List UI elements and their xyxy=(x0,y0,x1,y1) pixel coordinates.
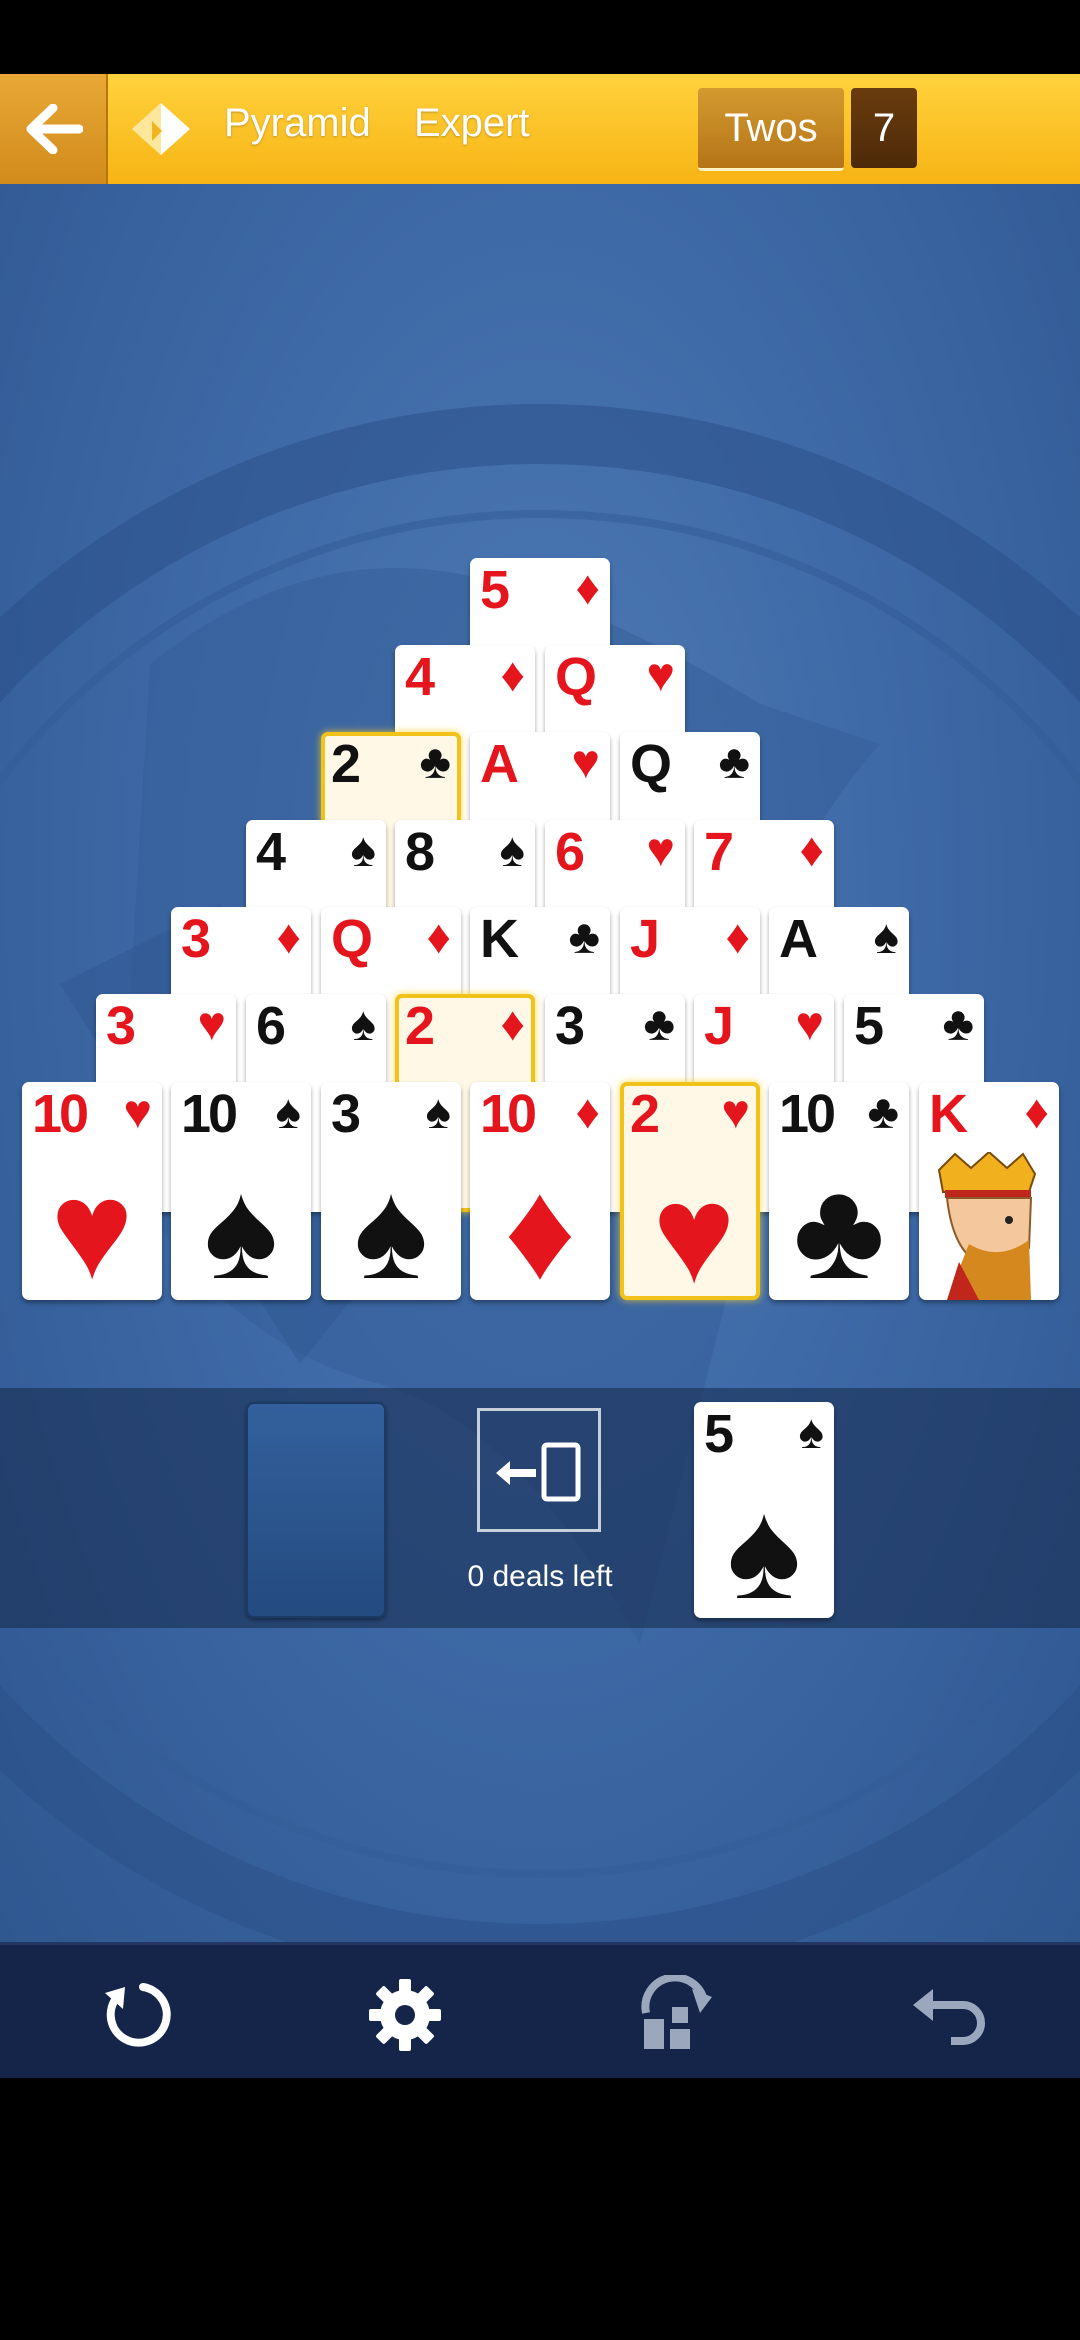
card-rank: 4 xyxy=(405,647,435,707)
card-2-♥[interactable]: 2 ♥ ♥ xyxy=(620,1082,760,1300)
card-K-♦[interactable]: K ♦ xyxy=(919,1082,1059,1300)
card-suit-icon: ♦ xyxy=(500,998,526,1051)
card-suit-icon: ♦ xyxy=(1024,1086,1050,1139)
card-suit-icon: ♠ xyxy=(275,1086,302,1139)
card-rank: Q xyxy=(331,909,373,969)
card-suit-icon: ♠ xyxy=(350,998,377,1051)
card-rank: 6 xyxy=(256,996,286,1056)
card-suit-icon: ♦ xyxy=(276,911,302,964)
stock-pile[interactable] xyxy=(246,1402,386,1618)
restart-button[interactable] xyxy=(92,1975,182,2055)
card-suit-icon: ♣ xyxy=(643,998,676,1051)
card-rank: 5 xyxy=(854,996,884,1056)
card-rank: 2 xyxy=(331,734,361,794)
card-suit-icon: ♦ xyxy=(426,911,452,964)
card-rank: 5 xyxy=(480,560,510,620)
card-suit-icon: ♦ xyxy=(799,824,825,877)
card-suit-icon: ♠ xyxy=(425,1086,452,1139)
hint-button[interactable] xyxy=(632,1975,722,2055)
difficulty-label: Expert xyxy=(414,101,530,145)
card-suit-icon: ♣ xyxy=(867,1086,900,1139)
card-suit-icon: ♥ xyxy=(646,824,676,877)
recycle-stock-button[interactable] xyxy=(477,1408,601,1532)
card-rank: 10 xyxy=(32,1084,89,1144)
card-suit-icon: ♠ xyxy=(499,824,526,877)
card-rank: 7 xyxy=(704,822,734,882)
undo-button[interactable] xyxy=(902,1975,992,2055)
card-rank: 4 xyxy=(256,822,286,882)
card-10-♦[interactable]: 10 ♦ ♦ xyxy=(470,1082,610,1300)
card-rank: J xyxy=(630,909,660,969)
pyramid-game-icon xyxy=(132,103,190,155)
card-center-suit-icon: ♥ xyxy=(652,1155,736,1300)
card-rank: 2 xyxy=(630,1084,660,1144)
card-suit-icon: ♣ xyxy=(942,998,975,1051)
card-suit-icon: ♥ xyxy=(197,998,227,1051)
card-suit-icon: ♣ xyxy=(568,911,601,964)
card-rank: 3 xyxy=(555,996,585,1056)
settings-icon xyxy=(369,1979,441,2051)
card-3-♠[interactable]: 3 ♠ ♠ xyxy=(321,1082,461,1300)
card-suit-icon: ♥ xyxy=(795,998,825,1051)
card-center-suit-icon: ♠ xyxy=(353,1151,429,1300)
card-suit-icon: ♦ xyxy=(500,649,526,702)
card-rank: 5 xyxy=(704,1404,734,1464)
card-rank: 2 xyxy=(405,996,435,1056)
card-10-♥[interactable]: 10 ♥ ♥ xyxy=(22,1082,162,1300)
card-center-suit-icon: ♠ xyxy=(203,1151,279,1300)
card-suit-icon: ♠ xyxy=(798,1406,825,1459)
card-suit-icon: ♠ xyxy=(873,911,900,964)
card-rank: 3 xyxy=(181,909,211,969)
bottom-toolbar xyxy=(0,1942,1080,2081)
card-suit-icon: ♦ xyxy=(575,562,601,615)
card-rank: K xyxy=(480,909,519,969)
card-suit-icon: ♣ xyxy=(419,736,452,789)
card-rank: 10 xyxy=(779,1084,836,1144)
card-10-♠[interactable]: 10 ♠ ♠ xyxy=(171,1082,311,1300)
card-rank: 10 xyxy=(480,1084,537,1144)
card-suit-icon: ♥ xyxy=(571,736,601,789)
card-center-suit-icon: ♠ xyxy=(726,1471,802,1619)
card-rank: 8 xyxy=(405,822,435,882)
card-rank: 10 xyxy=(181,1084,238,1144)
card-rank: K xyxy=(929,1084,968,1144)
count-badge: 7 xyxy=(851,88,917,168)
redeal-icon xyxy=(496,1442,581,1502)
card-suit-icon: ♦ xyxy=(725,911,751,964)
card-center-suit-icon: ♥ xyxy=(50,1151,134,1300)
back-button[interactable] xyxy=(0,74,108,184)
card-center-suit-icon: ♦ xyxy=(504,1151,576,1300)
deals-left-label: 0 deals left xyxy=(467,1560,613,1593)
card-rank: Q xyxy=(630,734,672,794)
settings-button[interactable] xyxy=(360,1975,450,2055)
status-bar xyxy=(0,0,1080,74)
card-rank: 6 xyxy=(555,822,585,882)
card-rank: A xyxy=(480,734,519,794)
mode-badge: Twos xyxy=(698,88,844,171)
card-center-suit-icon: ♣ xyxy=(793,1151,885,1300)
navigation-area xyxy=(0,2078,1080,2340)
card-suit-icon: ♣ xyxy=(718,736,751,789)
card-suit-icon: ♥ xyxy=(721,1086,751,1139)
card-suit-icon: ♥ xyxy=(646,649,676,702)
card-10-♣[interactable]: 10 ♣ ♣ xyxy=(769,1082,909,1300)
header-bar: Pyramid Expert Twos 7 xyxy=(0,74,1080,184)
card-suit-icon: ♠ xyxy=(350,824,377,877)
card-rank: A xyxy=(779,909,818,969)
card-rank: J xyxy=(704,996,734,1056)
restart-icon xyxy=(105,1983,171,2047)
card-suit-icon: ♦ xyxy=(575,1086,601,1139)
card-rank: 3 xyxy=(106,996,136,1056)
undo-icon xyxy=(913,1989,985,2045)
king-face-art xyxy=(937,1152,1037,1300)
back-arrow-icon xyxy=(26,104,83,154)
card-rank: 3 xyxy=(331,1084,361,1144)
hint-icon xyxy=(641,1975,712,2049)
game-name: Pyramid xyxy=(224,101,371,145)
card-suit-icon: ♥ xyxy=(123,1086,153,1139)
card-rank: Q xyxy=(555,647,597,707)
waste-card[interactable]: 5 ♠ ♠ xyxy=(694,1402,834,1618)
